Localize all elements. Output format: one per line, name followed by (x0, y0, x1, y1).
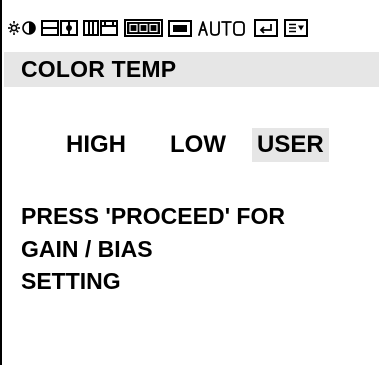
menu-title-bar: COLOR TEMP (4, 52, 379, 87)
option-low[interactable]: LOW (170, 128, 226, 162)
rgb-icon[interactable] (124, 17, 164, 39)
instruction-line-3: SETTING (21, 268, 121, 294)
brightness-contrast-icon[interactable] (8, 17, 38, 39)
menu-icon[interactable] (284, 17, 310, 39)
osd-menu-frame: COLOR TEMP HIGH LOW USER PRESS 'PROCEED'… (0, 0, 379, 365)
option-user[interactable]: USER (252, 128, 329, 162)
v-position-icon[interactable] (83, 17, 121, 39)
h-position-icon[interactable] (41, 17, 81, 39)
screen-icon[interactable] (168, 17, 194, 39)
instruction-line-2: GAIN / BIAS (21, 236, 153, 262)
menu-title: COLOR TEMP (21, 56, 177, 82)
exit-icon[interactable] (254, 17, 280, 39)
instruction-line-1: PRESS 'PROCEED' FOR (21, 203, 285, 229)
auto-icon[interactable] (198, 17, 248, 39)
option-high[interactable]: HIGH (66, 128, 126, 162)
